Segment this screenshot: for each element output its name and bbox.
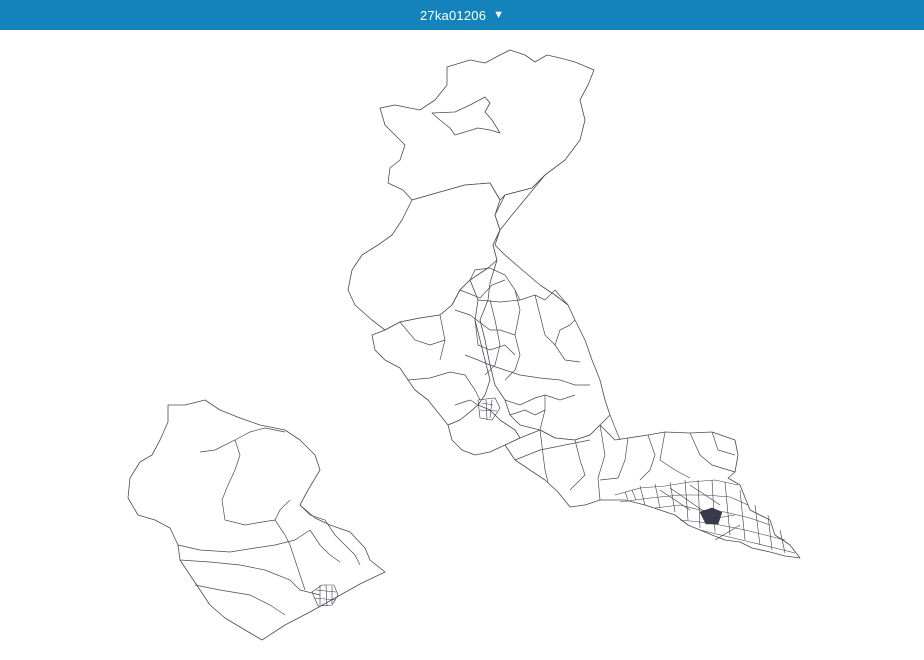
area-code-title: 27ka01206 [419, 7, 487, 23]
region-southwest[interactable] [127, 399, 386, 641]
map-canvas[interactable] [0, 30, 924, 660]
chevron-down-icon: ▼ [493, 9, 505, 21]
region-southeast[interactable] [504, 424, 801, 559]
southeast-region [504, 414, 801, 559]
boundary-map[interactable] [0, 30, 924, 660]
southwest-region [127, 399, 386, 641]
north-region [347, 49, 611, 456]
area-selector-dropdown[interactable]: 27ka01206 ▼ [0, 0, 924, 30]
